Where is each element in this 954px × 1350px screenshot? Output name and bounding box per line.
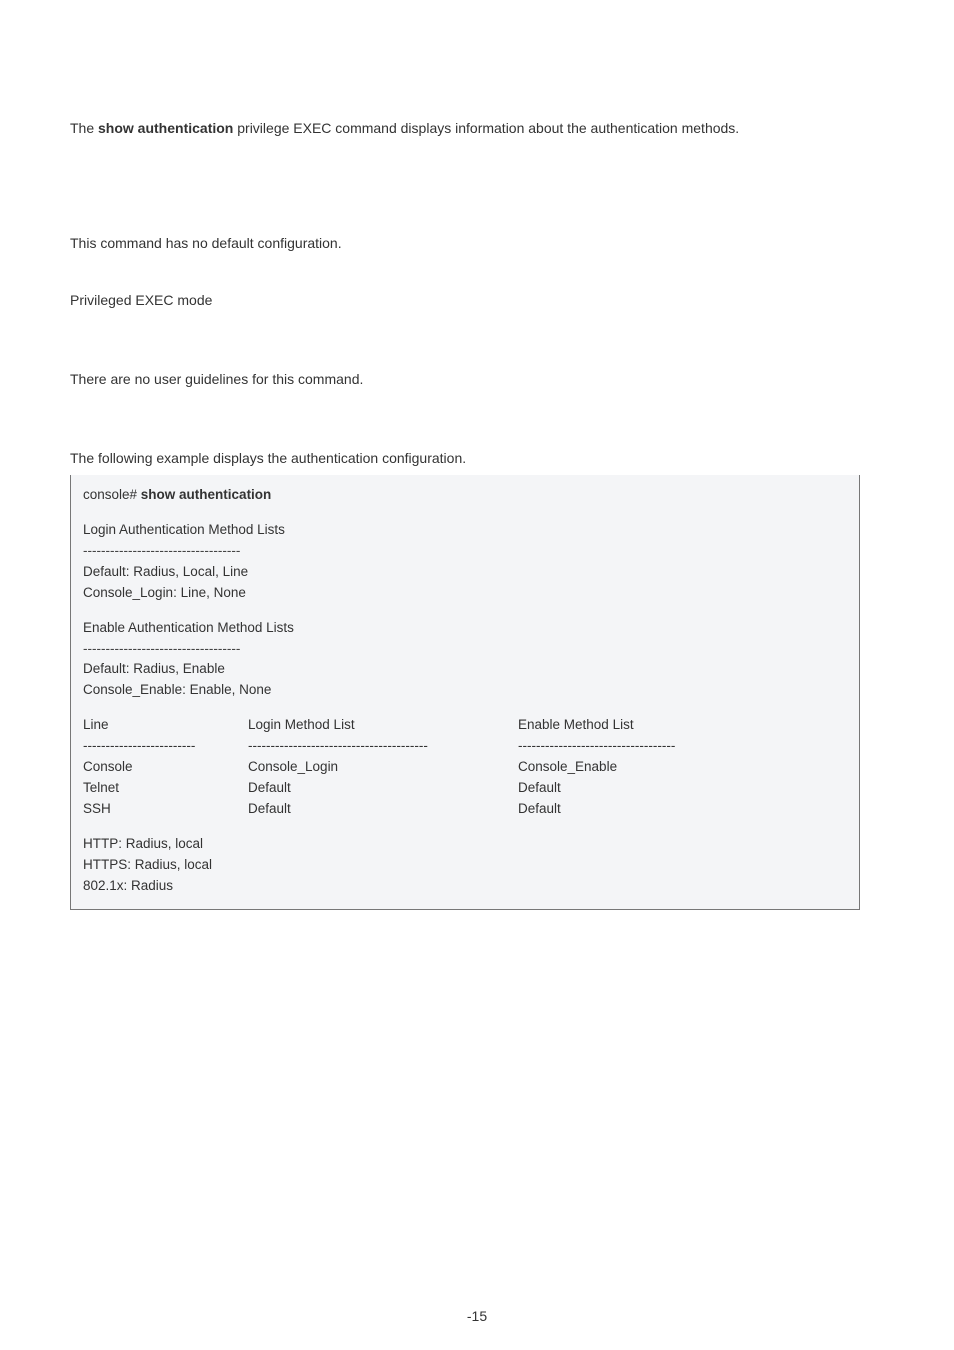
intro-prefix: The <box>70 120 98 136</box>
col-header-enable: Enable Method List <box>518 715 847 736</box>
table-divider-row: ------------------------- --------------… <box>83 736 847 757</box>
console-output-block: console# show authentication Login Authe… <box>70 475 860 910</box>
example-lead-text: The following example displays the authe… <box>70 448 884 469</box>
dash-col2: ---------------------------------------- <box>248 736 518 757</box>
table-header-row: Line Login Method List Enable Method Lis… <box>83 715 847 736</box>
login-method-heading: Login Authentication Method Lists <box>83 520 847 541</box>
cell-enable: Default <box>518 799 847 820</box>
cell-enable: Console_Enable <box>518 757 847 778</box>
cell-enable: Default <box>518 778 847 799</box>
enable-console-line: Console_Enable: Enable, None <box>83 680 847 701</box>
cell-login: Default <box>248 778 518 799</box>
tail-https: HTTPS: Radius, local <box>83 855 847 876</box>
user-guidelines-text: There are no user guidelines for this co… <box>70 369 884 390</box>
table-row: SSH Default Default <box>83 799 847 820</box>
login-console-line: Console_Login: Line, None <box>83 583 847 604</box>
cell-login: Console_Login <box>248 757 518 778</box>
intro-command: show authentication <box>98 120 233 136</box>
cell-line: Console <box>83 757 248 778</box>
table-row: Telnet Default Default <box>83 778 847 799</box>
cell-login: Default <box>248 799 518 820</box>
default-config-text: This command has no default configuratio… <box>70 233 884 254</box>
page-number: -15 <box>0 1308 954 1324</box>
cell-line: Telnet <box>83 778 248 799</box>
login-default-line: Default: Radius, Local, Line <box>83 562 847 583</box>
console-prompt: console# <box>83 487 137 502</box>
console-prompt-line: console# show authentication <box>83 485 847 506</box>
col-header-login: Login Method List <box>248 715 518 736</box>
dash-col3: ----------------------------------- <box>518 736 847 757</box>
cell-line: SSH <box>83 799 248 820</box>
dash-col1: ------------------------- <box>83 736 248 757</box>
separator-line: ----------------------------------- <box>83 639 847 660</box>
table-row: Console Console_Login Console_Enable <box>83 757 847 778</box>
enable-method-heading: Enable Authentication Method Lists <box>83 618 847 639</box>
command-mode-text: Privileged EXEC mode <box>70 290 884 311</box>
enable-default-line: Default: Radius, Enable <box>83 659 847 680</box>
intro-rest: privilege EXEC command displays informat… <box>233 120 739 136</box>
separator-line: ----------------------------------- <box>83 541 847 562</box>
tail-dot1x: 802.1x: Radius <box>83 876 847 897</box>
console-command: show authentication <box>137 487 271 502</box>
col-header-line: Line <box>83 715 248 736</box>
tail-http: HTTP: Radius, local <box>83 834 847 855</box>
intro-paragraph: The show authentication privilege EXEC c… <box>70 118 884 139</box>
